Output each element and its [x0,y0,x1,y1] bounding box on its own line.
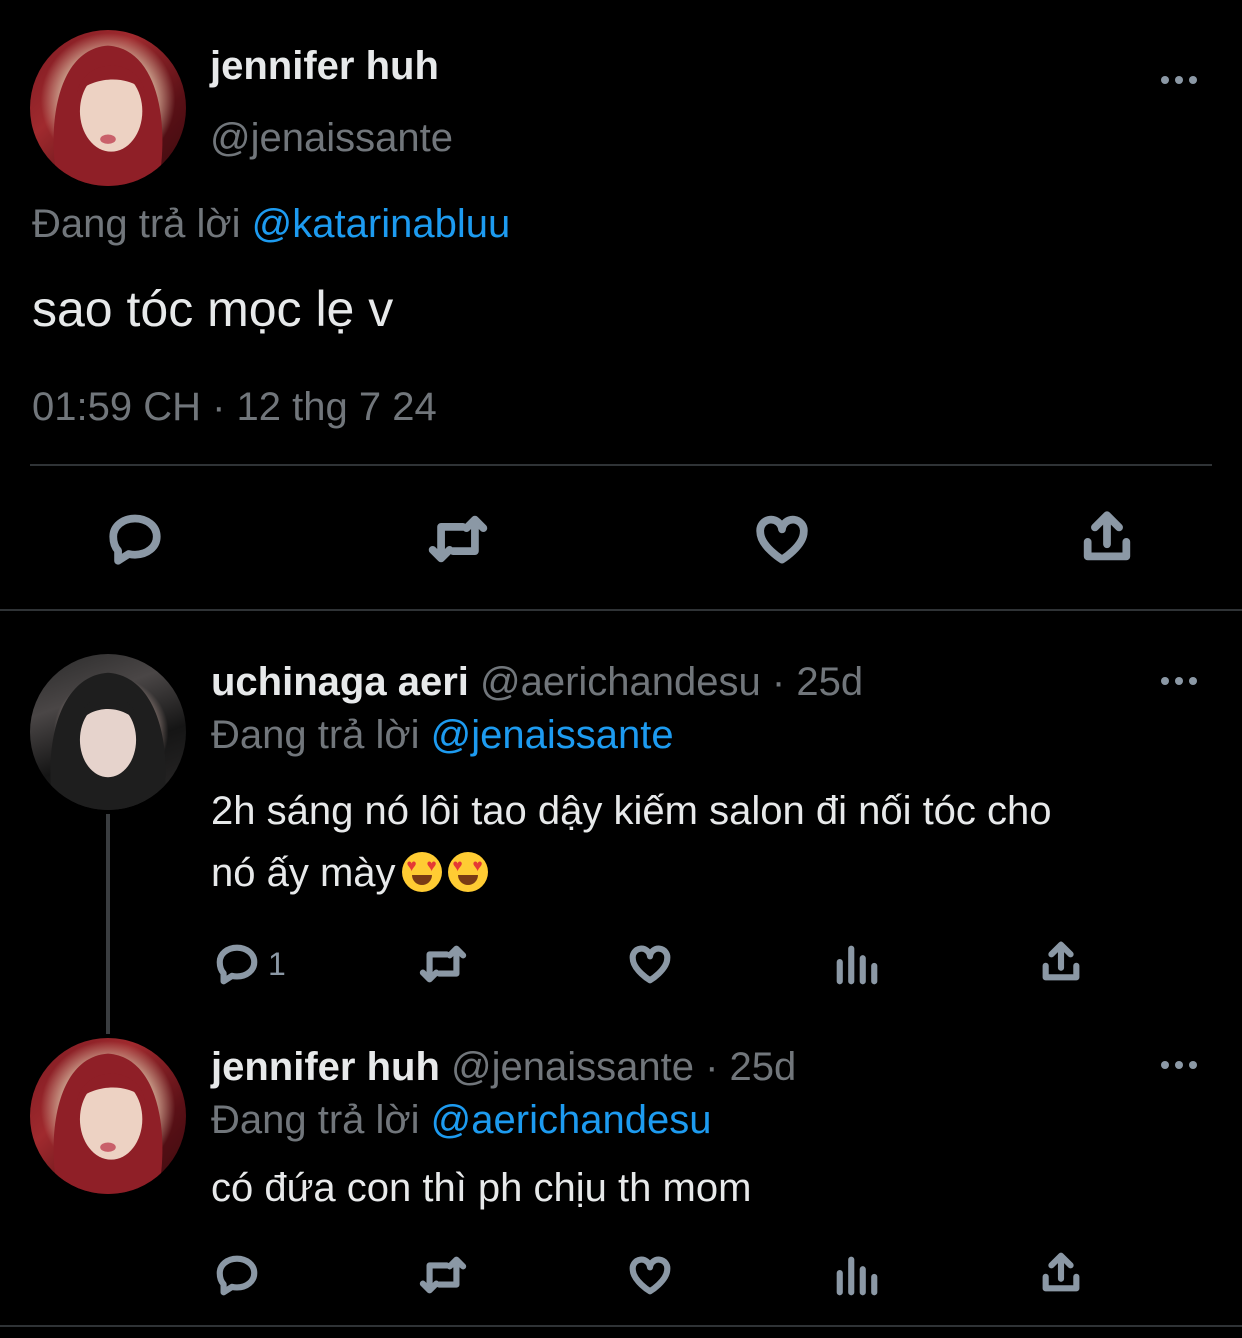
replying-to-handle[interactable]: @jenaissante [431,713,674,757]
reply-icon[interactable] [106,510,164,568]
avatar[interactable] [30,30,186,186]
reply-icon[interactable] [214,941,260,987]
section-divider [0,609,1242,611]
replying-prefix: Đang trả lời [211,1098,420,1142]
section-divider [0,1325,1242,1327]
author-display-name[interactable]: uchinaga aeri [211,660,469,704]
author-handle[interactable]: @jenaissante [451,1045,694,1089]
heart-eyes-emoji [447,852,488,892]
replying-to-handle[interactable]: @aerichandesu [431,1098,712,1142]
retweet-icon[interactable] [426,510,490,568]
reply-count: 1 [268,945,286,982]
author-display-name[interactable]: jennifer huh [211,1045,440,1089]
reply-action[interactable]: 1 [214,941,286,987]
share-icon[interactable] [1038,939,1084,985]
tweet-text: sao tóc mọc lẹ v [32,281,394,337]
like-icon[interactable] [626,941,674,987]
tweet-timestamp[interactable]: 01:59 CH · 12 thg 7 24 [32,385,437,430]
reply-text-line: 2h sáng nó lôi tao dậy kiếm salon đi nối… [211,789,1052,833]
reply-text: 2h sáng nó lôi tao dậy kiếm salon đi nối… [211,780,1052,904]
share-icon[interactable] [1038,1250,1084,1296]
share-icon[interactable] [1078,508,1136,566]
author-display-name[interactable]: jennifer huh [210,44,439,89]
reply-text: có đứa con thì ph chịu th mom [211,1166,752,1210]
like-icon[interactable] [752,510,812,568]
reply-header: jennifer huh @jenaissante · 25d [211,1045,796,1090]
more-options-icon[interactable] [1161,677,1197,685]
avatar[interactable] [30,654,186,810]
replying-to-line: Đang trả lời @jenaissante [211,713,674,758]
reply-text-line: nó ấy mày [211,851,396,895]
analytics-icon[interactable] [834,941,880,987]
author-handle[interactable]: @jenaissante [210,116,453,161]
heart-eyes-emoji [401,852,442,892]
author-handle[interactable]: @aerichandesu [480,660,761,704]
replying-prefix: Đang trả lời [211,713,420,757]
replying-to-line: Đang trả lời @katarinabluu [32,202,510,247]
reply-icon[interactable] [214,1252,260,1298]
reply-text-line-2: nó ấy mày [211,842,1052,904]
retweet-icon[interactable] [416,1252,470,1298]
analytics-icon[interactable] [834,1252,880,1298]
replying-to-line: Đang trả lời @aerichandesu [211,1098,711,1143]
reply-header: uchinaga aeri @aerichandesu · 25d [211,660,863,705]
reply-time[interactable]: · 25d [705,1045,796,1089]
thread-line [106,814,110,1034]
more-options-icon[interactable] [1161,76,1197,84]
like-icon[interactable] [626,1252,674,1298]
avatar[interactable] [30,1038,186,1194]
more-options-icon[interactable] [1161,1061,1197,1069]
retweet-icon[interactable] [416,941,470,987]
reply-time[interactable]: · 25d [772,660,863,704]
replying-to-handle[interactable]: @katarinabluu [252,202,511,246]
replying-prefix: Đang trả lời [32,202,241,246]
divider [30,464,1212,466]
